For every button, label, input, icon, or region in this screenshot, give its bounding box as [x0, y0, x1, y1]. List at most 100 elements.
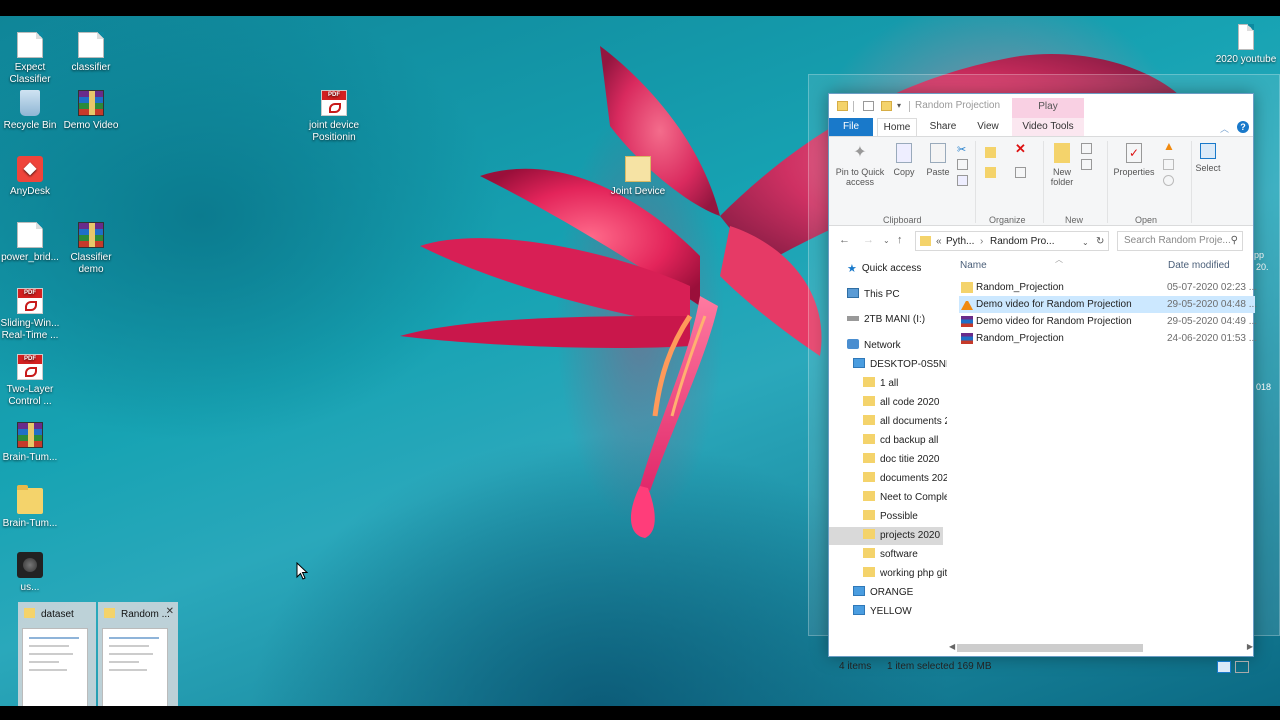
- address-bar[interactable]: « Pyth... › Random Pro... ⌄ ↻: [915, 231, 1109, 251]
- collapse-ribbon-icon[interactable]: ︿: [1220, 122, 1229, 135]
- folder-icon: [863, 434, 875, 444]
- desktop-icon-label: Joint Device: [610, 186, 666, 197]
- column-header-name[interactable]: Name: [960, 260, 987, 271]
- forward-icon[interactable]: →: [863, 234, 874, 246]
- nav-quick-access[interactable]: ★ Quick access: [847, 260, 921, 278]
- breadcrumb-random-projection[interactable]: Random Pro...: [990, 236, 1054, 247]
- select-button[interactable]: Select: [1193, 143, 1223, 173]
- horizontal-scrollbar[interactable]: ◀ ▶: [949, 642, 1255, 654]
- nav-folder[interactable]: cd backup all: [863, 432, 947, 450]
- desktop-icon-joint-device-pdf[interactable]: PDF joint device Positionin: [302, 90, 366, 144]
- desktop-icon-sliding-window[interactable]: PDF Sliding-Win... Real-Time ...: [0, 288, 62, 342]
- nav-folder[interactable]: Possible: [863, 508, 947, 526]
- nav-this-pc[interactable]: This PC: [847, 286, 900, 304]
- move-to-icon[interactable]: [985, 147, 996, 158]
- nav-computer-yellow[interactable]: YELLOW: [853, 603, 947, 621]
- nav-folder[interactable]: documents 202: [863, 470, 947, 488]
- file-row[interactable]: Random_Projection 05-07-2020 02:23 ...: [959, 279, 1258, 296]
- nav-folder[interactable]: working php git: [863, 565, 947, 583]
- divider: [1191, 141, 1192, 223]
- paste-button[interactable]: Paste: [923, 143, 953, 177]
- file-row-selected[interactable]: Demo video for Random Projection 29-05-2…: [959, 296, 1257, 313]
- nav-folder[interactable]: Neet to Comple: [863, 489, 947, 507]
- recycle-bin-icon: [20, 90, 40, 116]
- scrollbar-thumb[interactable]: [957, 644, 1143, 652]
- file-row[interactable]: Random_Projection 24-06-2020 01:53 ...: [959, 330, 1257, 347]
- desktop-icon-power-bridge[interactable]: power_brid...: [0, 222, 62, 264]
- desktop-icon-label: Brain-Tum...: [2, 452, 58, 463]
- desktop-icon-classifier[interactable]: classifier: [59, 32, 123, 74]
- nav-folder[interactable]: software: [863, 546, 947, 564]
- file-row[interactable]: Demo video for Random Projection 29-05-2…: [959, 313, 1257, 330]
- button-label: Properties: [1113, 167, 1155, 177]
- close-icon[interactable]: ✕: [166, 606, 174, 617]
- history-icon[interactable]: [1163, 175, 1174, 186]
- desktop-icon-label: Brain-Tum...: [2, 518, 58, 529]
- rename-icon[interactable]: [1015, 167, 1026, 178]
- copy-path-icon[interactable]: [957, 159, 968, 170]
- cut-icon[interactable]: ✂: [957, 143, 968, 156]
- details-view-icon[interactable]: [1217, 661, 1231, 673]
- properties-button[interactable]: ✓ Properties: [1111, 143, 1157, 177]
- desktop-icon-joint-device[interactable]: Joint Device: [606, 156, 670, 198]
- scroll-left-icon[interactable]: ◀: [949, 642, 955, 651]
- tab-video-tools[interactable]: Video Tools: [1012, 118, 1084, 136]
- new-folder-button[interactable]: New folder: [1047, 143, 1077, 187]
- search-input[interactable]: Search Random Proje... ⚲: [1117, 231, 1243, 251]
- nav-computer[interactable]: DESKTOP-0S5NPI: [853, 356, 947, 374]
- nav-folder[interactable]: doc titie 2020: [863, 451, 947, 469]
- copy-to-icon[interactable]: [985, 167, 996, 178]
- open-icon[interactable]: ▲: [1163, 140, 1175, 152]
- large-icons-view-icon[interactable]: [1235, 661, 1249, 673]
- background-text: 018: [1256, 382, 1272, 392]
- up-icon[interactable]: ↑: [897, 234, 903, 246]
- column-header-date[interactable]: Date modified: [1168, 260, 1230, 271]
- easy-access-icon[interactable]: [1081, 159, 1092, 170]
- edit-icon[interactable]: [1163, 159, 1174, 170]
- breadcrumb-overflow[interactable]: «: [936, 236, 942, 247]
- nav-folder-selected[interactable]: projects 2020: [829, 527, 943, 545]
- tab-share[interactable]: Share: [925, 118, 961, 136]
- delete-icon[interactable]: ✕: [1015, 142, 1026, 155]
- desktop-icon-brain-tumor-folder[interactable]: Brain-Tum...: [0, 485, 62, 530]
- paste-shortcut-icon[interactable]: [957, 175, 968, 186]
- breadcrumb-python[interactable]: Pyth...: [946, 236, 974, 247]
- back-icon[interactable]: ←: [839, 234, 850, 246]
- desktop-icon-video[interactable]: us...: [0, 552, 62, 594]
- tab-home[interactable]: Home: [877, 118, 917, 136]
- new-folder-icon[interactable]: [881, 101, 892, 111]
- nav-folder[interactable]: all code 2020: [863, 394, 947, 412]
- desktop-icon-anydesk[interactable]: ◆ AnyDesk: [0, 156, 62, 198]
- contextual-tab-play[interactable]: Play: [1012, 98, 1084, 118]
- desktop-icon-recycle-bin[interactable]: Recycle Bin: [0, 90, 62, 132]
- nav-drive[interactable]: 2TB MANI (I:): [847, 311, 925, 329]
- nav-network[interactable]: Network: [847, 337, 901, 355]
- desktop-icon-expect-classifier[interactable]: Expect Classifier: [0, 32, 62, 86]
- address-dropdown-icon[interactable]: ⌄: [1082, 238, 1089, 247]
- nav-folder[interactable]: 1 all: [863, 375, 947, 393]
- desktop-icon-label: 2020 youtube: [1215, 54, 1277, 65]
- desktop-icon-label: classifier: [71, 62, 111, 73]
- desktop-icon-classifier-demo[interactable]: Classifier demo: [59, 222, 123, 276]
- taskbar-preview-dataset[interactable]: dataset: [18, 602, 96, 706]
- refresh-icon[interactable]: ↻: [1096, 236, 1104, 247]
- file-date: 05-07-2020 02:23 ...: [1167, 282, 1258, 293]
- desktop-icon-two-layer[interactable]: PDF Two-Layer Control ...: [0, 354, 62, 408]
- nav-label: 1 all: [880, 378, 899, 389]
- new-item-icon[interactable]: [1081, 143, 1092, 154]
- pin-to-quick-access-button[interactable]: ✦ Pin to Quick access: [833, 143, 887, 187]
- taskbar-preview-random-projection[interactable]: Random ... ✕: [98, 602, 178, 706]
- recent-locations-icon[interactable]: ⌄: [883, 236, 890, 245]
- tab-view[interactable]: View: [971, 118, 1005, 136]
- scroll-right-icon[interactable]: ▶: [1247, 642, 1253, 651]
- desktop-icon-2020-youtube[interactable]: 2020 youtube: [1214, 24, 1278, 66]
- help-icon[interactable]: ?: [1237, 121, 1249, 133]
- copy-button[interactable]: Copy: [889, 143, 919, 177]
- desktop-icon-demo-video[interactable]: Demo Video: [59, 90, 123, 132]
- properties-icon[interactable]: [863, 101, 874, 111]
- tab-file[interactable]: File: [829, 118, 873, 136]
- nav-folder[interactable]: all documents 2: [863, 413, 947, 431]
- customize-toolbar-icon[interactable]: ▾: [897, 101, 901, 110]
- desktop-icon-brain-tumor-rar[interactable]: Brain-Tum...: [0, 422, 62, 464]
- nav-computer-orange[interactable]: ORANGE: [853, 584, 947, 602]
